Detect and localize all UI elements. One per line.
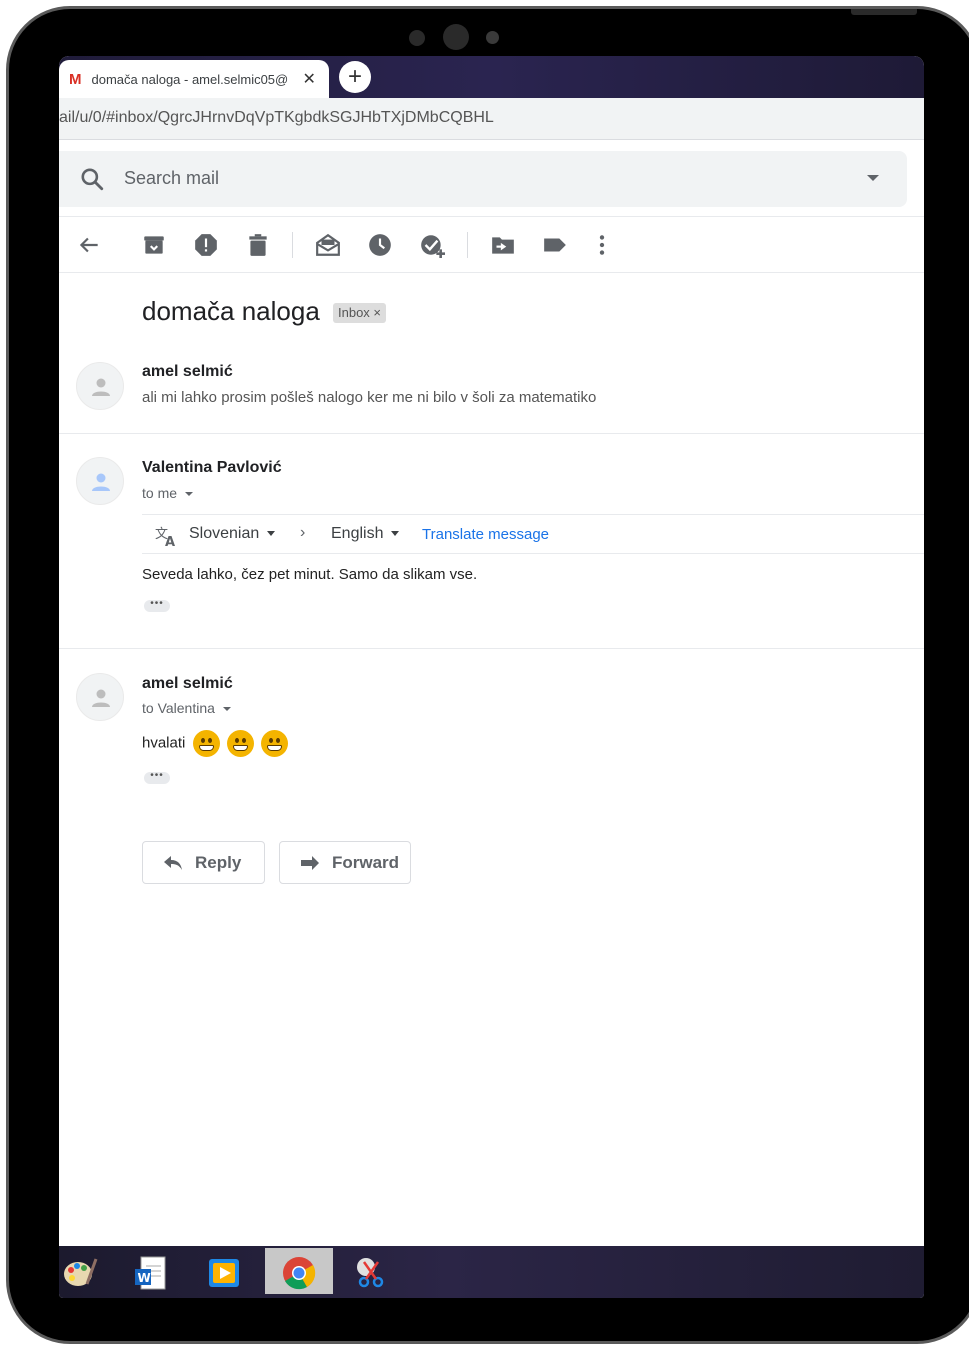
delete-icon[interactable] xyxy=(245,232,271,258)
more-icon[interactable] xyxy=(589,232,615,258)
person-icon xyxy=(92,378,110,396)
gmail-logo-icon: M xyxy=(69,70,82,88)
message-body-text: hvalati xyxy=(142,734,186,752)
target-language-select[interactable]: English xyxy=(331,525,400,543)
add-to-tasks-icon[interactable] xyxy=(419,232,445,258)
chevron-down-icon[interactable] xyxy=(222,707,231,712)
message-sender[interactable]: Valentina Pavlović xyxy=(142,459,282,477)
reply-label: Reply xyxy=(195,852,242,872)
reply-button[interactable]: Reply xyxy=(142,841,265,884)
windows-taskbar: W xyxy=(59,1246,924,1298)
chevron-right-icon: › xyxy=(300,524,306,541)
translate-message-link[interactable]: Translate message xyxy=(422,526,549,543)
svg-text:A: A xyxy=(165,535,175,548)
paint-icon[interactable] xyxy=(61,1254,99,1292)
message-sender[interactable]: amel selmić xyxy=(142,675,233,693)
back-arrow-icon[interactable] xyxy=(76,232,102,258)
snooze-icon[interactable] xyxy=(367,232,393,258)
source-language-label: Slovenian xyxy=(189,525,260,542)
light-sensor xyxy=(486,31,499,44)
message-divider xyxy=(59,433,924,434)
translate-bar: 文 A Slovenian › English Translate messag… xyxy=(142,514,924,554)
message-divider xyxy=(59,648,924,649)
search-options-dropdown-icon[interactable] xyxy=(867,175,879,181)
inbox-label-chip[interactable]: Inbox × xyxy=(333,303,387,323)
url-text[interactable]: ail/u/0/#inbox/QgrcJHrnvDqVpTKgbdkSGJHbT… xyxy=(59,109,494,127)
message-toolbar xyxy=(59,228,924,264)
archive-icon[interactable] xyxy=(141,232,167,258)
forward-label: Forward xyxy=(332,852,400,872)
chevron-down-icon xyxy=(391,531,400,537)
show-trimmed-content-button[interactable]: ••• xyxy=(144,599,170,612)
recipient-label: to me xyxy=(142,485,178,501)
source-language-select[interactable]: Slovenian xyxy=(189,525,276,543)
grinning-face-emoji xyxy=(260,730,288,757)
forward-button[interactable]: Forward xyxy=(279,841,411,884)
grinning-face-emoji xyxy=(192,730,220,757)
recipient-details[interactable]: to me xyxy=(142,485,194,501)
divider xyxy=(59,272,924,273)
word-icon[interactable]: W xyxy=(132,1254,170,1292)
browser-tab[interactable]: M domača naloga - amel.selmic05@ ✕ xyxy=(59,60,329,98)
tab-title: domača naloga - amel.selmic05@ xyxy=(91,71,289,87)
recipient-label: to Valentina xyxy=(142,700,215,716)
show-trimmed-content-button[interactable]: ••• xyxy=(144,771,170,784)
search-icon[interactable] xyxy=(79,166,105,192)
browser-tab-bar: M domača naloga - amel.selmic05@ ✕ + xyxy=(59,56,924,98)
translate-icon: 文 A xyxy=(155,527,175,548)
thread-subject: domača naloga xyxy=(142,296,320,326)
svg-text:W: W xyxy=(138,1271,151,1285)
message-snippet[interactable]: ali mi lahko prosim pošleš nalogo ker me… xyxy=(142,389,596,406)
front-camera xyxy=(443,24,469,50)
move-to-icon[interactable] xyxy=(490,232,516,258)
snipping-tool-icon[interactable] xyxy=(352,1254,390,1292)
sensor-dot xyxy=(409,30,425,46)
report-spam-icon[interactable] xyxy=(193,232,219,258)
avatar xyxy=(76,362,124,410)
new-tab-button[interactable]: + xyxy=(339,61,371,93)
chevron-down-icon[interactable] xyxy=(185,492,194,497)
grinning-face-emoji xyxy=(226,730,254,757)
toolbar-separator xyxy=(292,232,293,258)
message-sender[interactable]: amel selmić xyxy=(142,363,233,381)
avatar xyxy=(76,673,124,721)
mark-unread-icon[interactable] xyxy=(315,232,341,258)
person-icon xyxy=(92,473,110,491)
message-body: hvalati xyxy=(142,730,288,757)
divider xyxy=(59,216,924,217)
recipient-details[interactable]: to Valentina xyxy=(142,700,231,716)
forward-icon xyxy=(301,855,319,870)
chevron-down-icon xyxy=(267,531,276,537)
toolbar-separator xyxy=(467,232,468,258)
address-bar[interactable]: ail/u/0/#inbox/QgrcJHrnvDqVpTKgbdkSGJHbT… xyxy=(59,98,924,140)
media-player-icon[interactable] xyxy=(205,1254,243,1292)
person-icon xyxy=(92,689,110,707)
target-language-label: English xyxy=(331,525,384,542)
message-body: Seveda lahko, čez pet minut. Samo da sli… xyxy=(142,566,478,583)
avatar xyxy=(76,457,124,505)
tab-close-icon[interactable]: ✕ xyxy=(303,69,316,89)
search-input[interactable]: Search mail xyxy=(124,168,219,189)
reply-icon xyxy=(164,855,182,870)
chrome-icon[interactable] xyxy=(280,1254,318,1292)
search-bar[interactable]: Search mail xyxy=(59,151,907,207)
labels-icon[interactable] xyxy=(542,232,568,258)
tablet-screen: M domača naloga - amel.selmic05@ ✕ + ail… xyxy=(59,56,924,1298)
power-button xyxy=(851,9,917,15)
